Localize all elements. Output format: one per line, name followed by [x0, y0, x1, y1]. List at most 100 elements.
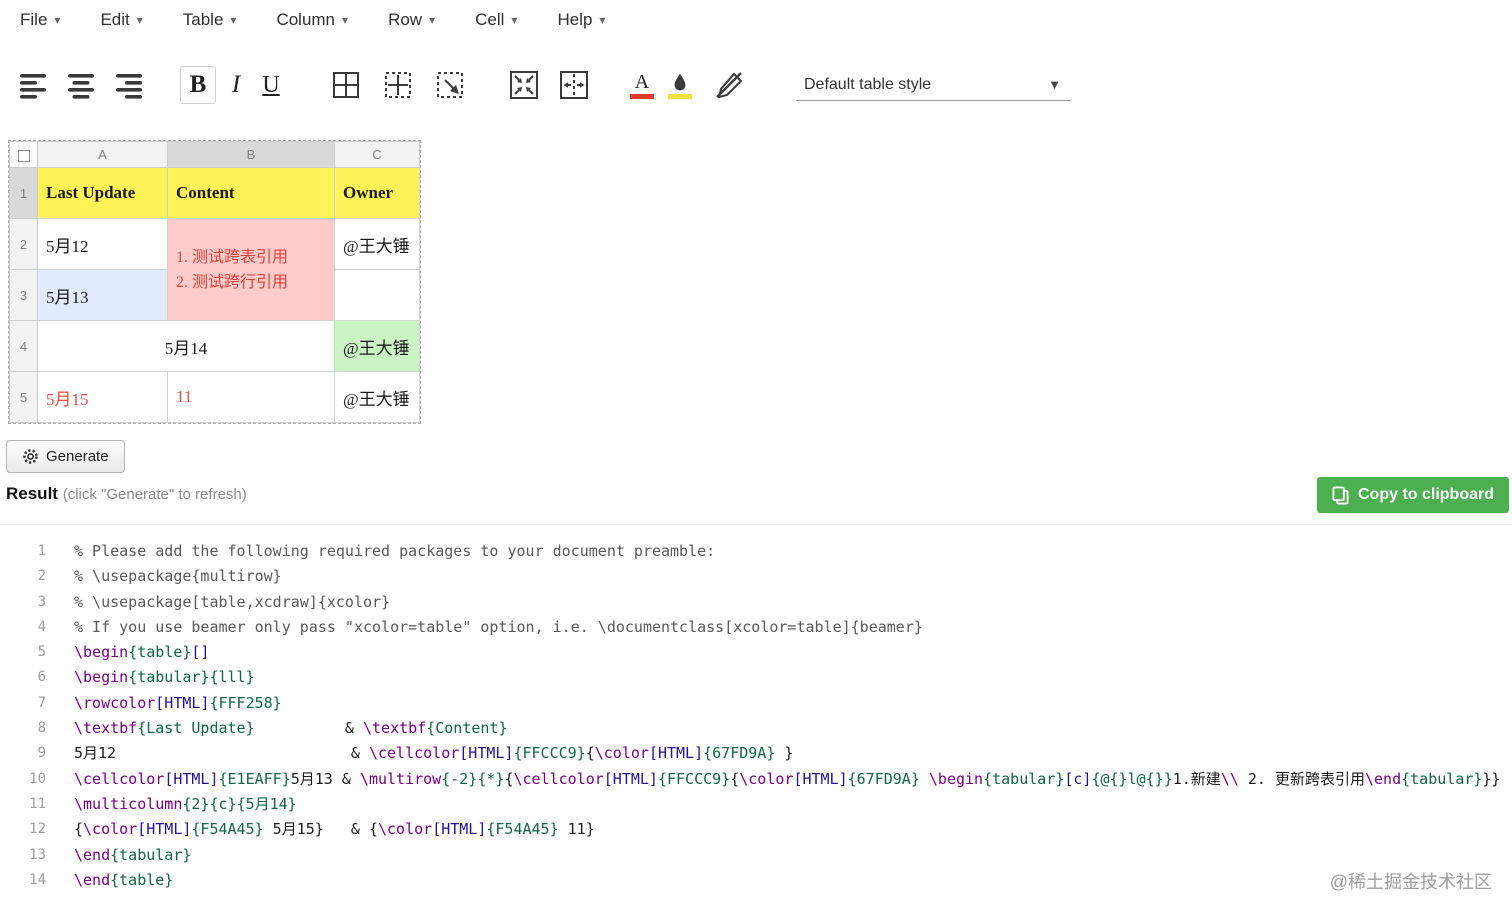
column-header-a[interactable]: A	[37, 141, 168, 168]
code-line: 2% \usepackage{multirow}	[0, 564, 1512, 589]
border-inner-icon	[385, 72, 411, 98]
chevron-down-icon: ▾	[230, 13, 237, 27]
menu-file[interactable]: File ▾	[20, 10, 60, 30]
column-header-b[interactable]: B	[167, 141, 335, 168]
generate-button[interactable]: Generate	[6, 440, 125, 473]
border-all-icon	[333, 72, 359, 98]
cell-b2[interactable]: 1. 测试跨表引用 2. 测试跨行引用	[167, 218, 335, 321]
select-all-checkbox[interactable]	[17, 149, 30, 162]
result-hint: (click "Generate" to refresh)	[62, 486, 247, 503]
cell-b5[interactable]: 11	[167, 371, 335, 423]
code-line: 5 \begin{table}[]	[0, 640, 1512, 665]
code-line: 14 \end{table}	[0, 868, 1512, 893]
chevron-down-icon: ▾	[429, 13, 436, 27]
italic-button[interactable]: I	[222, 66, 250, 104]
split-cells-button[interactable]	[558, 69, 590, 101]
align-left-button[interactable]	[18, 70, 48, 100]
chevron-down-icon: ▾	[136, 13, 143, 27]
merge-cells-button[interactable]	[508, 69, 540, 101]
chevron-down-icon: ▾	[342, 13, 349, 27]
menu-column[interactable]: Column ▾	[276, 10, 348, 30]
row-header-5[interactable]: 5	[9, 371, 38, 423]
generate-label: Generate	[46, 448, 109, 465]
cell-a4-b4-merged[interactable]: 5月14	[37, 320, 335, 372]
code-line: 8 \textbf{Last Update} & \textbf{Content}	[0, 716, 1512, 741]
merge-cells-icon	[510, 71, 538, 99]
chevron-down-icon: ▾	[54, 13, 61, 27]
border-custom-button[interactable]	[434, 69, 466, 101]
fill-color-icon	[674, 73, 686, 90]
menu-cell[interactable]: Cell ▾	[475, 10, 517, 30]
result-header: Result (click "Generate" to refresh)	[6, 484, 247, 504]
cell-b2-line2: 2. 测试跨行引用	[176, 273, 289, 291]
code-line: 11 \multicolumn{2}{c}{5月14}	[0, 792, 1512, 817]
cell-c4[interactable]: @王大锤	[334, 320, 420, 372]
align-center-icon	[68, 74, 94, 99]
cell-a5[interactable]: 5月15	[37, 371, 168, 423]
cell-c5[interactable]: @王大锤	[334, 371, 420, 423]
row-header-4[interactable]: 4	[9, 320, 38, 372]
copy-to-clipboard-button[interactable]: Copy to clipboard	[1317, 477, 1509, 513]
code-line: 4% If you use beamer only pass "xcolor=t…	[0, 615, 1512, 640]
cell-a3[interactable]: 5月13	[37, 269, 168, 321]
border-custom-icon	[437, 72, 463, 98]
cell-a1[interactable]: Last Update	[37, 167, 168, 219]
line-number: 14	[29, 871, 46, 888]
align-right-icon	[116, 74, 142, 99]
clipboard-icon	[1332, 486, 1349, 504]
clear-formatting-button[interactable]	[714, 69, 746, 101]
row-header-1[interactable]: 1	[9, 167, 38, 219]
cell-c3[interactable]	[334, 269, 420, 321]
column-header-c[interactable]: C	[334, 141, 420, 168]
grid-corner	[9, 141, 38, 168]
fill-color-swatch	[668, 93, 692, 99]
latex-code-editor[interactable]: 1% Please add the following required pac…	[0, 524, 1512, 908]
line-number: 3	[37, 593, 46, 610]
cell-c1[interactable]: Owner	[334, 167, 420, 219]
code-line: 1% Please add the following required pac…	[0, 539, 1512, 564]
line-number: 1	[37, 543, 46, 559]
line-number: 12	[29, 821, 46, 838]
code-line: 9 5月12 & \cellcolor[HTML]{FFCCC9}{\color[…	[0, 741, 1512, 766]
line-number: 5	[37, 644, 46, 661]
align-left-icon	[20, 74, 46, 99]
code-line: 6 \begin{tabular}{lll}	[0, 665, 1512, 690]
bold-button[interactable]: B	[180, 66, 216, 104]
latex-table-generator-app: File ▾ Edit ▾ Table ▾ Column ▾ Row ▾ Cell ▾ He…	[0, 0, 1512, 908]
menu-row[interactable]: Row ▾	[388, 10, 435, 30]
code-line: 13 \end{tabular}	[0, 843, 1512, 868]
border-all-button[interactable]	[330, 69, 362, 101]
menu-bar: File ▾ Edit ▾ Table ▾ Column ▾ Row ▾ Cell ▾ He…	[20, 10, 605, 30]
align-right-button[interactable]	[114, 70, 144, 100]
menu-edit[interactable]: Edit ▾	[100, 10, 142, 30]
table-style-value: Default table style	[804, 75, 932, 93]
toolbar: B I U A Default table style ▼	[0, 58, 1512, 112]
line-number: 6	[37, 669, 46, 686]
copy-label: Copy to clipboard	[1358, 486, 1494, 503]
line-number: 4	[37, 618, 46, 635]
menu-help[interactable]: Help ▾	[557, 10, 605, 30]
split-cells-icon	[560, 71, 588, 99]
code-line: 7 \rowcolor[HTML]{FFF258}	[0, 691, 1512, 716]
border-inner-button[interactable]	[382, 69, 414, 101]
cell-c2[interactable]: @王大锤	[334, 218, 420, 270]
fill-color-button[interactable]	[668, 72, 692, 99]
table-style-dropdown[interactable]: Default table style ▼	[796, 69, 1071, 101]
cell-a2[interactable]: 5月12	[37, 218, 168, 270]
row-header-2[interactable]: 2	[9, 218, 38, 270]
gear-icon	[23, 449, 38, 464]
align-center-button[interactable]	[66, 70, 96, 100]
cell-b1[interactable]: Content	[167, 167, 335, 219]
line-number: 7	[37, 694, 46, 711]
code-line: 3% \usepackage[table,xcdraw]{xcolor}	[0, 590, 1512, 615]
code-line: 12 {\color[HTML]{F54A45} 5月15} & {\color[…	[0, 817, 1512, 842]
line-number: 13	[29, 846, 46, 863]
chevron-down-icon: ▾	[599, 13, 606, 27]
line-number: 11	[29, 795, 46, 812]
line-number: 9	[37, 745, 46, 762]
text-color-swatch	[630, 93, 654, 99]
text-color-button[interactable]: A	[630, 72, 654, 99]
underline-button[interactable]: U	[256, 66, 286, 104]
menu-table[interactable]: Table ▾	[183, 10, 237, 30]
row-header-3[interactable]: 3	[9, 269, 38, 321]
